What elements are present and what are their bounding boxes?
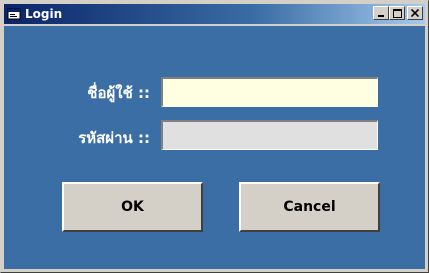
app-icon	[7, 7, 21, 21]
login-form: ชื่อผู้ใช้ :: รหัสผ่าน :: OK Cancel	[4, 26, 425, 269]
close-button[interactable]	[407, 6, 423, 20]
cancel-button[interactable]: Cancel	[239, 182, 380, 232]
login-window: Login ชื่อผู้ใช้ :: รหัสผ่าน:: OK Cance…	[0, 0, 429, 273]
minimize-button[interactable]	[373, 6, 389, 20]
window-controls	[373, 6, 423, 20]
password-field[interactable]	[161, 120, 378, 150]
close-icon	[411, 9, 419, 17]
maximize-button[interactable]	[389, 6, 405, 20]
window-title: Login	[25, 7, 63, 21]
username-label: ชื่อผู้ใช้ ::	[87, 84, 150, 102]
password-label: รหัสผ่าน ::	[78, 129, 150, 147]
ok-button[interactable]: OK	[62, 182, 203, 232]
title-bar[interactable]: Login	[4, 4, 425, 24]
username-field[interactable]	[161, 77, 378, 107]
minimize-icon	[378, 14, 384, 17]
maximize-icon	[392, 8, 402, 18]
